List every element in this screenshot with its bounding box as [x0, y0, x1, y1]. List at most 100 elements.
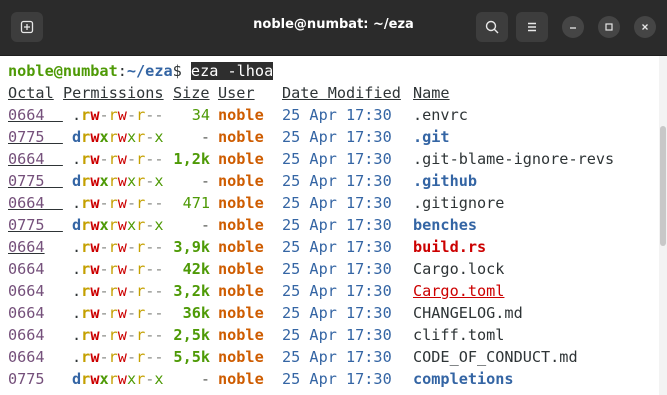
perm-flag: r [108, 172, 118, 190]
listing-row: 0664 .rw-rw-r-- 42k noble 25 Apr 17:30 Cargo.… [8, 258, 648, 280]
file-name[interactable]: Cargo.toml [413, 280, 504, 302]
header-user: User [218, 84, 255, 102]
scrollbar-thumb[interactable] [660, 126, 666, 246]
perm-flag: - [126, 326, 137, 344]
file-name[interactable]: cliff.toml [413, 324, 504, 346]
perm-flag: w [117, 216, 127, 234]
date-cell: 25 Apr 17:30 [282, 216, 392, 234]
perm-flag: r [81, 238, 91, 256]
close-button[interactable] [634, 16, 656, 38]
listing-row: 0775 drwxrwxr-x - noble 25 Apr 17:30 completi… [8, 368, 648, 390]
perm-flag: r [81, 260, 91, 278]
perm-flag: r [108, 304, 118, 322]
terminal-output[interactable]: noble@numbat:~/eza$ eza -lhoa Octal Perm… [0, 56, 667, 395]
user-cell: noble [218, 194, 264, 212]
header-octal: Octal [8, 84, 54, 102]
file-name[interactable]: build.rs [413, 236, 486, 258]
permissions-cell: .rw-rw-r-- [72, 280, 164, 302]
file-name[interactable]: .git [413, 126, 450, 148]
perm-type: d [72, 128, 82, 146]
file-name[interactable]: Cargo.lock [413, 258, 504, 280]
perm-flag: r [136, 282, 146, 300]
perm-flag: x [154, 172, 164, 190]
prompt-path: ~/eza [126, 62, 173, 80]
perm-flag: w [117, 238, 127, 256]
perm-type: . [72, 348, 82, 366]
octal-cell: 0664 [8, 106, 45, 124]
perm-flag: - [154, 194, 164, 212]
terminal-window: noble@numbat: ~/eza noble@numbat:~/eza$ … [0, 0, 667, 395]
permissions-cell: drwxrwxr-x [72, 170, 164, 192]
perm-flag: x [126, 370, 137, 388]
octal-cell: 0664 [8, 150, 45, 168]
perm-flag: w [117, 282, 127, 300]
perm-flag: - [99, 260, 109, 278]
user-cell: noble [218, 106, 264, 124]
perm-flag: w [117, 150, 127, 168]
octal-cell: 0664 [8, 348, 45, 366]
perm-flag: r [136, 238, 146, 256]
scrollbar[interactable] [659, 56, 667, 395]
octal-cell: 0664 [8, 282, 45, 300]
user-cell: noble [218, 238, 264, 256]
octal-cell: 0664 [8, 326, 45, 344]
listing-header: Octal Permissions Size User Date Modifie… [8, 82, 648, 104]
date-cell: 25 Apr 17:30 [282, 128, 392, 146]
maximize-button[interactable] [598, 16, 620, 38]
perm-flag: - [154, 326, 164, 344]
file-name[interactable]: .envrc [413, 104, 468, 126]
perm-flag: - [126, 260, 137, 278]
size-cell: 36k [182, 304, 210, 322]
perm-flag: - [99, 150, 109, 168]
minimize-button[interactable] [562, 16, 584, 38]
perm-flag: - [154, 348, 164, 366]
user-cell: noble [218, 370, 264, 388]
permissions-cell: .rw-rw-r-- [72, 302, 164, 324]
perm-type: d [72, 370, 82, 388]
perm-flag: r [136, 348, 146, 366]
perm-flag: r [81, 216, 91, 234]
file-name[interactable]: completions [413, 368, 514, 390]
perm-type: . [72, 150, 82, 168]
perm-flag: - [126, 238, 137, 256]
perm-flag: w [117, 194, 127, 212]
perm-flag: - [99, 348, 109, 366]
file-name[interactable]: CHANGELOG.md [413, 302, 523, 324]
size-cell: 34 [191, 106, 210, 124]
permissions-cell: .rw-rw-r-- [72, 346, 164, 368]
perm-flag: w [117, 260, 127, 278]
permissions-cell: .rw-rw-r-- [72, 148, 164, 170]
listing-row: 0664 .rw-rw-r-- 3,9k noble 25 Apr 17:30 build… [8, 236, 648, 258]
perm-flag: x [154, 216, 164, 234]
perm-flag: - [99, 326, 109, 344]
prompt-line: noble@numbat:~/eza$ eza -lhoa [8, 60, 274, 82]
file-name[interactable]: .git-blame-ignore-revs [413, 148, 614, 170]
perm-flag: w [117, 370, 127, 388]
perm-type: . [72, 194, 82, 212]
listing-row: 0775 drwxrwxr-x - noble 25 Apr 17:30 .git [8, 126, 648, 148]
perm-flag: r [81, 128, 91, 146]
file-name[interactable]: CODE_OF_CONDUCT.md [413, 346, 578, 368]
file-name[interactable]: .gitignore [413, 192, 504, 214]
date-cell: 25 Apr 17:30 [282, 304, 392, 322]
menu-button[interactable] [516, 12, 548, 42]
hamburger-menu-icon [524, 19, 540, 35]
search-button[interactable] [476, 12, 508, 42]
perm-flag: r [81, 282, 91, 300]
perm-flag: - [154, 238, 164, 256]
listing-row: 0664 .rw-rw-r-- 34 noble 25 Apr 17:30 .envrc [8, 104, 648, 126]
permissions-cell: .rw-rw-r-- [72, 324, 164, 346]
perm-flag: x [126, 128, 137, 146]
listing-row: 0664 .rw-rw-r-- 3,2k noble 25 Apr 17:30 Cargo… [8, 280, 648, 302]
perm-type: . [72, 260, 82, 278]
date-cell: 25 Apr 17:30 [282, 260, 392, 278]
perm-type: . [72, 238, 82, 256]
perm-type: . [72, 106, 82, 124]
listing-row: 0664 .rw-rw-r-- 5,5k noble 25 Apr 17:30 CODE_… [8, 346, 648, 368]
perm-flag: r [81, 194, 91, 212]
file-name[interactable]: .github [413, 170, 477, 192]
octal-cell: 0664 [8, 238, 45, 256]
title-bar: noble@numbat: ~/eza [0, 0, 667, 56]
perm-flag: r [136, 150, 146, 168]
file-name[interactable]: benches [413, 214, 477, 236]
